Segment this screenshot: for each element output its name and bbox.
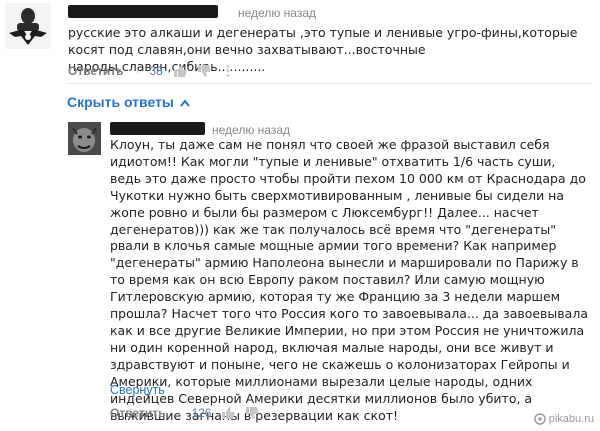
thumb-up-icon[interactable] [173, 64, 187, 78]
separator-dot: · [177, 406, 182, 420]
hide-replies-label: Скрыть ответы [67, 94, 174, 110]
replier-name-redacted [110, 122, 205, 135]
collapse-link[interactable]: Свернуть [110, 383, 165, 397]
thumb-down-icon[interactable] [197, 64, 211, 78]
more-vertical-icon[interactable] [221, 64, 235, 78]
pikabu-logo-icon [533, 413, 546, 425]
comment-timestamp[interactable]: неделю назад [238, 6, 316, 20]
reply-timestamp[interactable]: неделю назад [212, 123, 290, 137]
reply-text: Клоун, ты даже сам не понял что своей же… [110, 137, 588, 423]
like-count: 126 [191, 406, 212, 420]
pikabu-watermark: pikabu.ru [533, 413, 594, 425]
hide-replies-button[interactable]: Скрыть ответы [67, 94, 190, 110]
avatar-photo-icon [68, 122, 101, 155]
like-count: 38 [149, 64, 163, 78]
chevron-up-icon [180, 94, 190, 110]
comment-actions: Ответить · 38 [68, 64, 235, 78]
separator-dot: · [135, 64, 140, 78]
commenter-name-redacted [68, 5, 218, 18]
reply-actions: Ответить · 126 [110, 406, 260, 420]
thumb-up-icon[interactable] [221, 406, 236, 420]
reply-button[interactable]: Ответить [110, 406, 165, 420]
replier-avatar[interactable] [68, 122, 101, 155]
divider [67, 83, 592, 84]
thumb-down-icon[interactable] [245, 406, 260, 420]
commenter-avatar[interactable] [5, 3, 51, 49]
avatar-emblem-icon [5, 3, 51, 49]
watermark-text: pikabu.ru [548, 413, 594, 425]
reply-button[interactable]: Ответить [68, 64, 123, 78]
